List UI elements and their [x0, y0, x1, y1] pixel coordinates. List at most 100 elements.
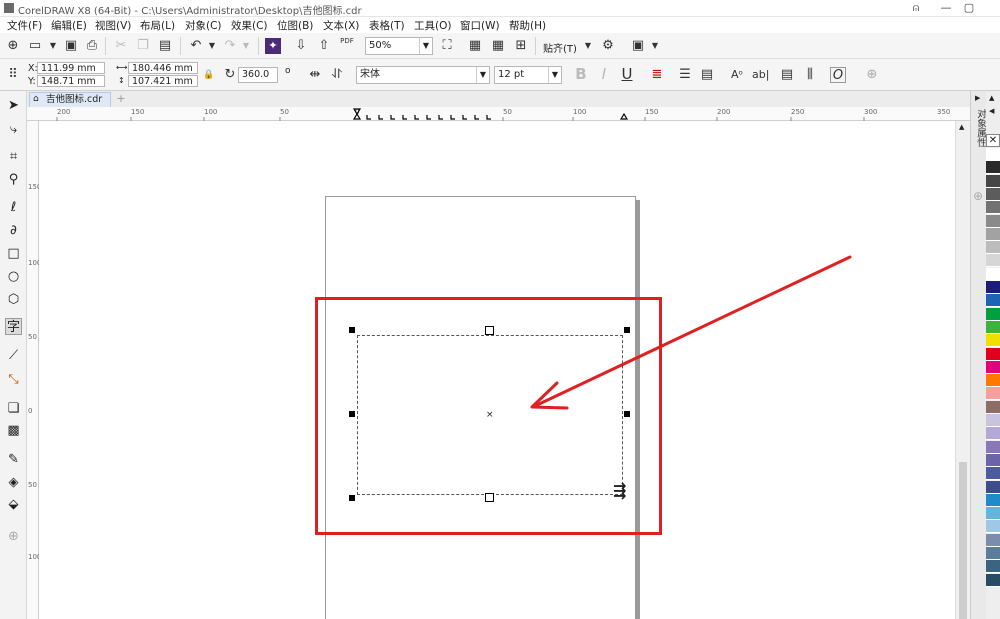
menu-bitmaps[interactable]: 位图(B) [277, 18, 313, 33]
menu-file[interactable]: 文件(F) [7, 18, 42, 33]
pick-tool-icon[interactable]: ➤ [5, 97, 22, 114]
scroll-up-icon[interactable]: ▲ [959, 123, 964, 131]
redo-icon[interactable]: ↷ [222, 38, 238, 54]
color-swatch[interactable] [986, 281, 1000, 294]
color-swatch[interactable] [986, 241, 1000, 255]
text-alignment-icon[interactable]: ≣ [649, 67, 665, 83]
add-item-icon[interactable]: ⊕ [864, 67, 880, 83]
horizontal-text-icon[interactable]: ▤ [779, 67, 795, 83]
transparency-icon[interactable]: ▩ [5, 422, 22, 439]
save-icon[interactable]: ▣ [63, 38, 79, 54]
app-launcher-icon[interactable]: ▣ [630, 38, 646, 54]
menu-tools[interactable]: 工具(O) [414, 18, 451, 33]
zoom-tool-icon[interactable]: ⚲ [5, 171, 22, 188]
polygon-tool-icon[interactable]: ⬡ [5, 291, 22, 308]
lock-ratio-icon[interactable]: 🔒 [201, 67, 217, 83]
color-swatch[interactable] [986, 400, 1000, 414]
color-swatch[interactable] [986, 214, 1000, 228]
height-input[interactable]: 107.421 mm [128, 75, 198, 87]
color-swatch[interactable] [986, 294, 1000, 308]
font-size-combo[interactable]: 12 pt ▼ [494, 66, 562, 84]
color-swatch[interactable] [986, 440, 1000, 454]
color-swatch[interactable] [986, 480, 1000, 494]
color-swatch[interactable] [986, 254, 1000, 268]
menu-object[interactable]: 对象(C) [185, 18, 222, 33]
interactive-fill-icon[interactable]: ◈ [5, 474, 22, 491]
no-fill-swatch[interactable]: ✕ [986, 134, 1000, 147]
text-tool-icon[interactable]: 字 [5, 318, 22, 335]
paste-icon[interactable]: ▤ [157, 38, 173, 54]
color-swatch[interactable] [986, 547, 1000, 560]
color-swatch[interactable] [986, 467, 1000, 481]
options-gear-icon[interactable]: ⚙ [600, 38, 616, 54]
snap-to-label[interactable]: 贴齐(T) [543, 40, 577, 55]
freehand-tool-icon[interactable]: ℓ [5, 199, 22, 216]
drop-cap-icon[interactable]: ▤ [699, 67, 715, 83]
menu-window[interactable]: 窗口(W) [460, 18, 500, 33]
color-swatch[interactable] [986, 427, 1000, 441]
color-swatch[interactable] [986, 533, 1000, 547]
color-swatch[interactable] [986, 307, 1000, 321]
import-icon[interactable]: ⇩ [293, 38, 309, 54]
color-swatch[interactable] [986, 174, 1000, 188]
vertical-text-icon[interactable]: ⫼ [802, 67, 818, 83]
color-swatch[interactable] [986, 387, 1000, 401]
bold-button[interactable]: B [573, 66, 589, 82]
launcher-dropdown-icon[interactable]: ▼ [647, 38, 663, 54]
italic-button[interactable]: I [596, 66, 612, 82]
mirror-vertical-icon[interactable]: ⥯ [329, 67, 345, 83]
add-tab-button[interactable]: + [115, 93, 127, 105]
eyedropper-icon[interactable]: ✎ [5, 451, 22, 468]
add-docker-icon[interactable]: ⊕ [973, 189, 983, 203]
color-swatch[interactable] [986, 187, 1000, 201]
color-swatch[interactable] [986, 507, 1000, 521]
object-properties-tab[interactable]: 对象属性 [973, 109, 987, 147]
bullet-list-icon[interactable]: ☰ [677, 67, 693, 83]
show-guidelines-icon[interactable]: ⊞ [513, 38, 529, 54]
horizontal-ruler[interactable]: 200 150 100 50 0 50 100 150 200 250 300 … [27, 107, 970, 121]
connector-tool-icon[interactable]: ⤡ [5, 371, 22, 388]
search-content-icon[interactable]: ✦ [265, 38, 281, 54]
artistic-media-icon[interactable]: ∂ [5, 222, 22, 239]
show-grid-icon[interactable]: ▦ [490, 38, 506, 54]
open-folder-icon[interactable]: ▭ [27, 38, 43, 54]
menu-view[interactable]: 视图(V) [95, 18, 131, 33]
color-swatch[interactable] [986, 520, 1000, 534]
menu-text[interactable]: 文本(X) [323, 18, 359, 33]
font-list-combo[interactable]: 宋体 ▼ [356, 66, 490, 84]
color-swatch[interactable] [986, 334, 1000, 348]
redo-dropdown-icon[interactable]: ▼ [238, 38, 254, 54]
edit-text-icon[interactable]: ab| [752, 67, 769, 83]
add-tool-icon[interactable]: ⊕ [5, 528, 22, 545]
color-swatch[interactable] [986, 320, 1000, 334]
menu-edit[interactable]: 编辑(E) [51, 18, 87, 33]
y-position-input[interactable]: 148.71 mm [37, 75, 105, 87]
color-swatch[interactable] [986, 560, 1000, 574]
print-icon[interactable]: ⎙ [84, 38, 100, 54]
color-swatch[interactable] [986, 573, 1000, 587]
smart-fill-icon[interactable]: ⬙ [5, 496, 22, 513]
menu-layout[interactable]: 布局(L) [140, 18, 175, 33]
user-account-icon[interactable]: ⍝ [903, 0, 929, 17]
color-swatch[interactable] [986, 414, 1000, 427]
export-icon[interactable]: ⇧ [316, 38, 332, 54]
show-rulers-icon[interactable]: ▦ [467, 38, 483, 54]
tab-document[interactable]: ⌂ 吉他图标.cdr [29, 92, 112, 107]
menu-effects[interactable]: 效果(C) [231, 18, 268, 33]
restore-button[interactable]: ▢ [956, 0, 982, 17]
crop-tool-icon[interactable]: ⌗ [5, 148, 22, 165]
color-swatch[interactable] [986, 227, 1000, 241]
color-swatch[interactable] [986, 161, 1000, 175]
vertical-scrollbar[interactable]: ▲ [955, 121, 970, 619]
color-swatch[interactable] [986, 374, 1000, 388]
copy-icon[interactable]: ❐ [135, 38, 151, 54]
ellipse-tool-icon[interactable]: ○ [5, 268, 22, 285]
underline-button[interactable]: U [619, 66, 635, 82]
open-dropdown-icon[interactable]: ▼ [45, 38, 61, 54]
publish-pdf-icon[interactable]: PDF [339, 37, 355, 53]
new-document-icon[interactable]: ⊕ [5, 38, 21, 54]
color-swatch[interactable] [986, 347, 1000, 361]
zoom-level-combo[interactable]: 50% ▼ [365, 37, 433, 55]
width-input[interactable]: 180.446 mm [128, 62, 198, 74]
object-origin-icon[interactable]: ⠿ [5, 67, 21, 83]
